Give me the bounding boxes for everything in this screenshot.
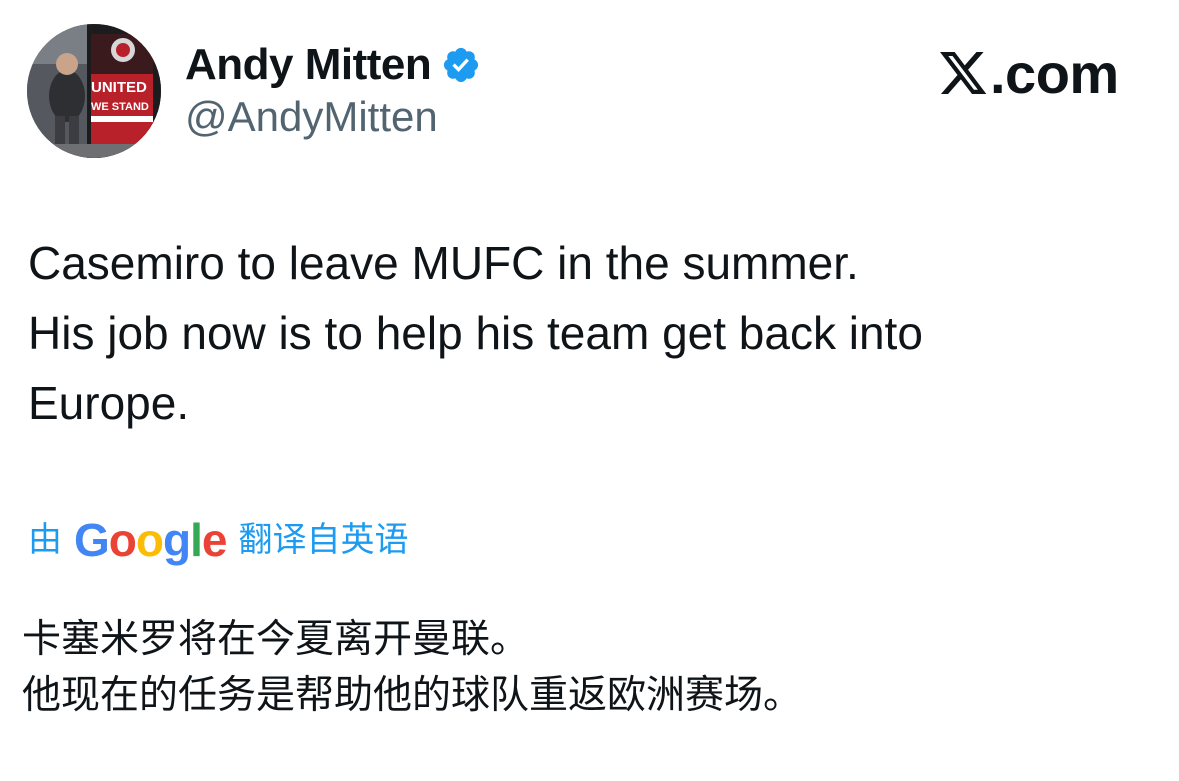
avatar-text-westand: WE STAND <box>91 101 149 113</box>
profile-photo-icon: UNITED WE STAND <box>27 24 161 158</box>
author-name-row: Andy Mitten <box>185 40 481 90</box>
tweet-line: Europe. <box>28 377 190 429</box>
google-logo-letter: g <box>163 514 191 566</box>
google-logo-letter: G <box>74 514 110 566</box>
user-handle[interactable]: @AndyMitten <box>185 92 438 142</box>
translated-by-label: 由 <box>28 521 62 559</box>
translated-line: 卡塞米罗将在今夏离开曼联。 <box>22 618 530 661</box>
translated-line: 他现在的任务是帮助他的球队重返欧洲赛场。 <box>22 674 803 717</box>
display-name[interactable]: Andy Mitten <box>185 40 432 90</box>
verified-badge-icon <box>444 47 479 83</box>
translated-from-label: 翻译自英语 <box>238 521 409 559</box>
google-logo-letter: o <box>108 514 137 566</box>
translated-text: 卡塞米罗将在今夏离开曼联。 他现在的任务是帮助他的球队重返欧洲赛场。 <box>22 612 1162 724</box>
google-logo-letter: o <box>135 514 164 566</box>
avatar[interactable]: UNITED WE STAND <box>27 24 161 158</box>
x-logo-icon <box>940 52 987 94</box>
tweet-line: His job now is to help his team get back… <box>28 307 923 359</box>
tweet-card: UNITED WE STAND Andy Mitten @AndyMitten … <box>0 0 1179 781</box>
tweet-line: Casemiro to leave MUFC in the summer. <box>28 237 859 289</box>
x-brand: .com <box>940 44 1119 104</box>
tweet-text: Casemiro to leave MUFC in the summer. Hi… <box>28 228 1148 438</box>
avatar-text-united: UNITED <box>91 79 147 96</box>
google-logo-letter: l <box>190 514 203 566</box>
google-logo: Google <box>74 510 228 570</box>
google-logo-letter: e <box>201 514 228 566</box>
x-site-suffix: .com <box>990 42 1119 105</box>
translation-attribution[interactable]: 由 Google 翻译自英语 <box>28 510 408 570</box>
